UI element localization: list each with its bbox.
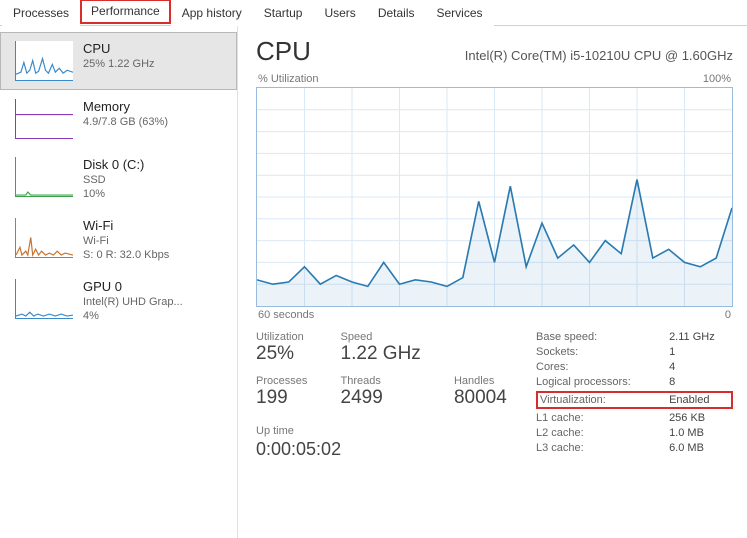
sidebar-item-sub2: 4% <box>83 310 183 322</box>
sidebar-item-cpu[interactable]: CPU 25% 1.22 GHz <box>0 32 237 90</box>
gpu-spark-icon <box>15 279 73 319</box>
handles-label: Handles <box>454 375 516 387</box>
sidebar-item-label: GPU 0 <box>83 279 183 294</box>
l3-cache-value: 6.0 MB <box>669 442 733 454</box>
memory-spark-icon <box>15 99 73 139</box>
cores-value: 4 <box>669 361 733 373</box>
l1-cache-value: 256 KB <box>669 412 733 424</box>
tab-performance[interactable]: Performance <box>80 0 171 24</box>
sidebar-item-disk[interactable]: Disk 0 (C:) SSD 10% <box>0 148 237 209</box>
sidebar-item-sub: Intel(R) UHD Grap... <box>83 296 183 308</box>
virtualization-value: Enabled <box>669 394 729 406</box>
sidebar-item-label: Memory <box>83 99 168 114</box>
l2-cache-label: L2 cache: <box>536 427 649 439</box>
sidebar-item-label: Disk 0 (C:) <box>83 157 144 172</box>
utilization-value: 25% <box>256 343 317 365</box>
cores-label: Cores: <box>536 361 649 373</box>
processes-value: 199 <box>256 387 317 409</box>
graph-y-label: % Utilization <box>258 73 319 85</box>
virtualization-label: Virtualization: <box>540 394 649 406</box>
l2-cache-value: 1.0 MB <box>669 427 733 439</box>
utilization-label: Utilization <box>256 331 317 343</box>
sidebar-item-sub: SSD <box>83 174 144 186</box>
tab-users[interactable]: Users <box>313 1 366 26</box>
sockets-label: Sockets: <box>536 346 649 358</box>
tab-details[interactable]: Details <box>367 1 426 26</box>
tab-services[interactable]: Services <box>426 1 494 26</box>
base-speed-value: 2.11 GHz <box>669 331 733 343</box>
uptime-value: 0:00:05:02 <box>256 439 516 460</box>
tab-bar: Processes Performance App history Startu… <box>0 0 747 26</box>
sidebar-item-label: CPU <box>83 41 155 56</box>
virtualization-row: Virtualization: Enabled <box>536 391 733 409</box>
base-speed-label: Base speed: <box>536 331 649 343</box>
sidebar: CPU 25% 1.22 GHz Memory 4.9/7.8 GB (63%) <box>0 26 238 538</box>
sidebar-item-sub: 4.9/7.8 GB (63%) <box>83 116 168 128</box>
tab-processes[interactable]: Processes <box>2 1 80 26</box>
handles-value: 80004 <box>454 387 516 409</box>
cpu-spark-icon <box>15 41 73 81</box>
disk-spark-icon <box>15 157 73 197</box>
speed-value: 1.22 GHz <box>341 343 430 365</box>
page-title: CPU <box>256 36 311 67</box>
main-panel: CPU Intel(R) Core(TM) i5-10210U CPU @ 1.… <box>238 26 747 538</box>
speed-label: Speed <box>341 331 430 343</box>
processes-label: Processes <box>256 375 317 387</box>
graph-x-left: 60 seconds <box>258 309 314 321</box>
threads-value: 2499 <box>341 387 430 409</box>
wifi-spark-icon <box>15 218 73 258</box>
sidebar-item-memory[interactable]: Memory 4.9/7.8 GB (63%) <box>0 90 237 148</box>
sidebar-item-label: Wi-Fi <box>83 218 169 233</box>
sidebar-item-sub: Wi-Fi <box>83 235 169 247</box>
cpu-model: Intel(R) Core(TM) i5-10210U CPU @ 1.60GH… <box>465 48 733 63</box>
graph-y-max: 100% <box>703 73 731 85</box>
tab-app-history[interactable]: App history <box>171 1 253 26</box>
logical-processors-value: 8 <box>669 376 733 388</box>
tab-startup[interactable]: Startup <box>253 1 314 26</box>
uptime-label: Up time <box>256 425 516 437</box>
l1-cache-label: L1 cache: <box>536 412 649 424</box>
sidebar-item-sub2: S: 0 R: 32.0 Kbps <box>83 249 169 261</box>
graph-x-right: 0 <box>725 309 731 321</box>
sidebar-item-gpu[interactable]: GPU 0 Intel(R) UHD Grap... 4% <box>0 270 237 331</box>
sidebar-item-wifi[interactable]: Wi-Fi Wi-Fi S: 0 R: 32.0 Kbps <box>0 209 237 270</box>
l3-cache-label: L3 cache: <box>536 442 649 454</box>
sockets-value: 1 <box>669 346 733 358</box>
cpu-utilization-graph <box>256 87 733 307</box>
sidebar-item-sub: 25% 1.22 GHz <box>83 58 155 70</box>
logical-processors-label: Logical processors: <box>536 376 649 388</box>
threads-label: Threads <box>341 375 430 387</box>
sidebar-item-sub2: 10% <box>83 188 144 200</box>
